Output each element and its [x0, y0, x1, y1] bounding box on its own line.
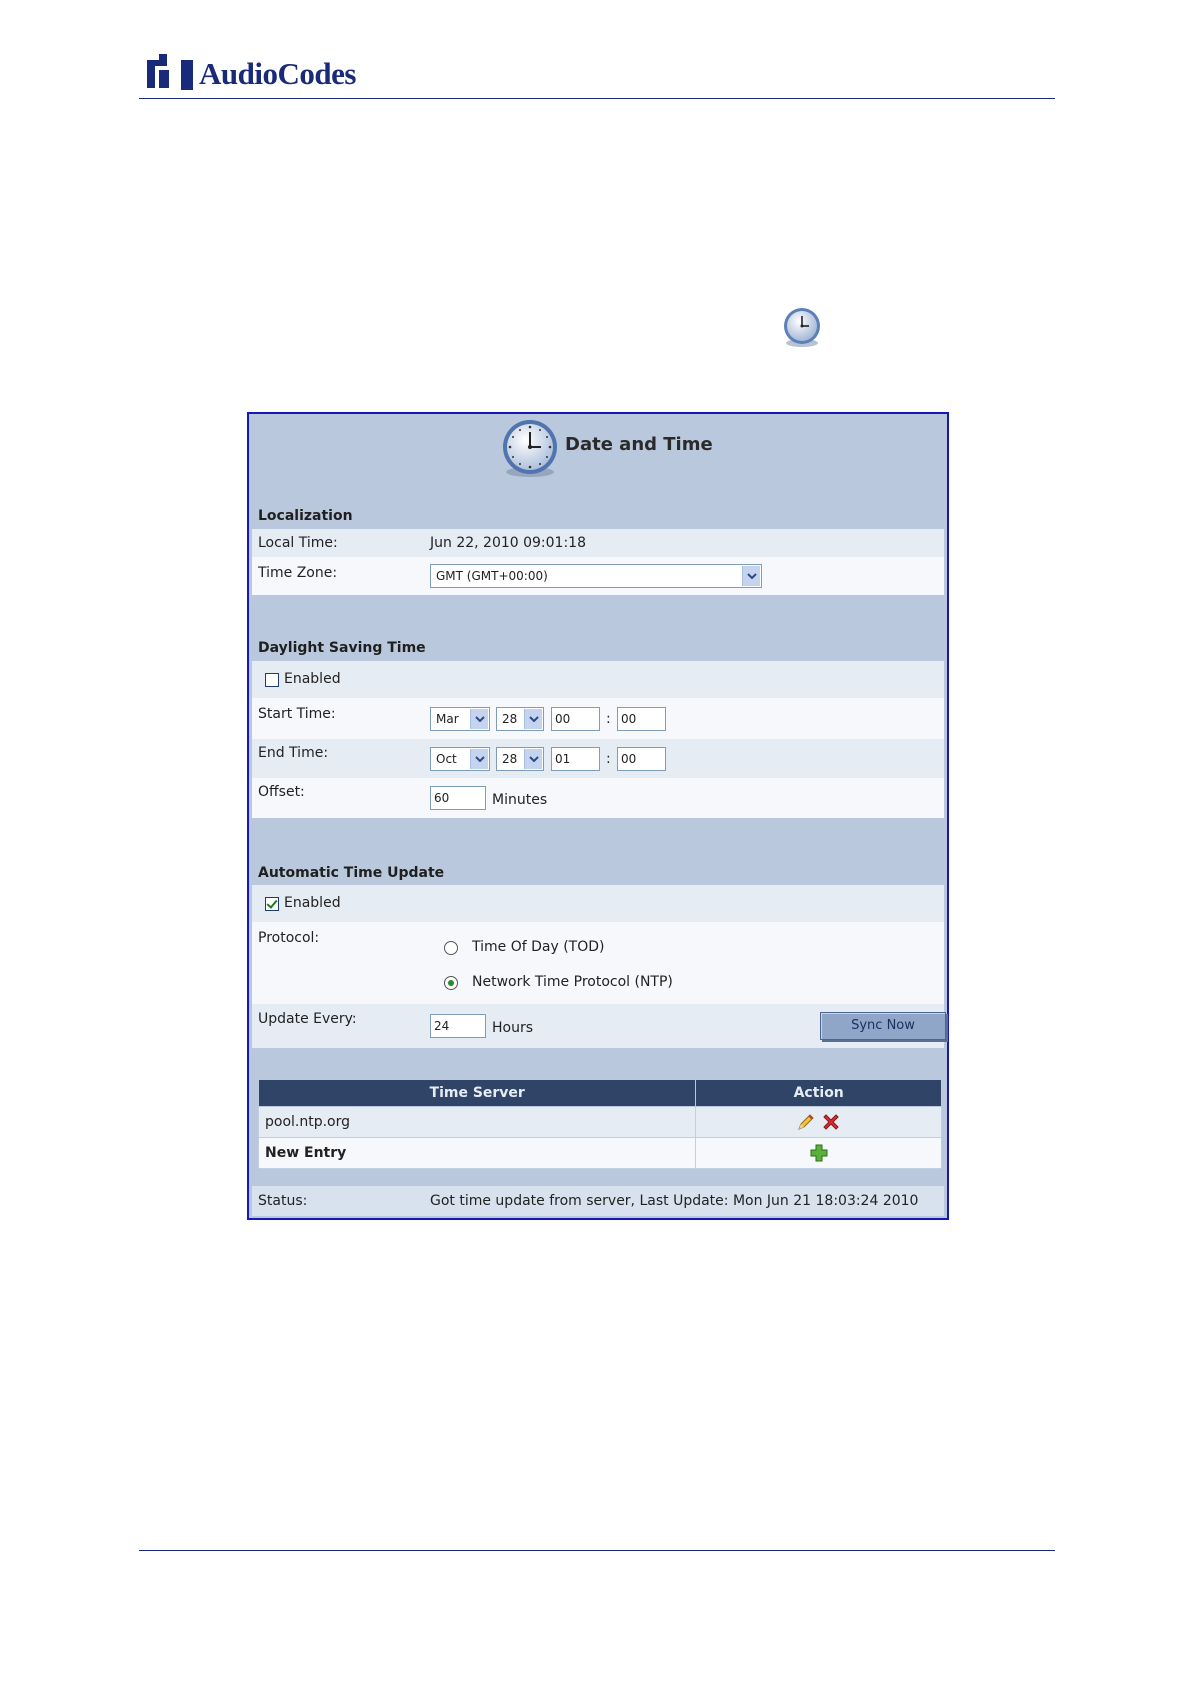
column-header-action: Action — [695, 1079, 942, 1107]
clock-icon — [503, 420, 557, 477]
protocol-tod-label: Time Of Day (TOD) — [472, 939, 605, 955]
sync-now-button[interactable]: Sync Now — [820, 1012, 946, 1040]
dst-start-month-value: Mar — [436, 712, 459, 726]
dst-end-row: End Time: Oct 28 01 : 00 — [252, 739, 944, 778]
panel-title: Date and Time — [565, 434, 713, 455]
chevron-down-icon — [742, 566, 760, 586]
date-time-panel: Date and Time Localization Local Time: J… — [247, 412, 949, 1220]
add-icon[interactable] — [809, 1143, 829, 1163]
update-every-label: Update Every: — [258, 1011, 357, 1027]
panel-header: Date and Time — [249, 414, 947, 486]
table-header-row: Time Server Action — [257, 1079, 942, 1107]
dst-end-day-select[interactable]: 28 — [496, 747, 544, 771]
status-label: Status: — [258, 1193, 308, 1209]
update-every-input[interactable]: 24 — [430, 1014, 486, 1038]
delete-icon[interactable] — [821, 1112, 841, 1132]
update-every-unit: Hours — [492, 1020, 534, 1036]
table-row: pool.ntp.org — [257, 1106, 942, 1138]
localization-heading: Localization — [258, 508, 353, 524]
update-every-row: Update Every: 24 Hours Sync Now — [252, 1004, 946, 1048]
audiocodes-logo-icon — [147, 54, 193, 90]
dst-offset-input[interactable]: 60 — [430, 786, 486, 810]
chevron-down-icon — [470, 749, 488, 769]
dst-start-minute-input[interactable]: 00 — [617, 707, 666, 731]
dst-end-label: End Time: — [258, 745, 329, 761]
header-rule — [139, 98, 1055, 99]
chevron-down-icon — [470, 709, 488, 729]
dst-start-label: Start Time: — [258, 706, 336, 722]
dst-start-hour-input[interactable]: 00 — [551, 707, 600, 731]
time-separator: : — [606, 711, 611, 727]
new-entry-row[interactable]: New Entry — [257, 1137, 942, 1169]
action-cell — [695, 1137, 942, 1169]
time-zone-label: Time Zone: — [258, 565, 338, 581]
time-zone-value: GMT (GMT+00:00) — [436, 569, 548, 583]
protocol-ntp-radio[interactable] — [444, 976, 458, 990]
clock-icon — [784, 308, 820, 347]
dst-offset-row: Offset: 60 Minutes — [252, 778, 944, 818]
dst-end-day-value: 28 — [502, 752, 518, 766]
edit-icon[interactable] — [796, 1112, 816, 1132]
brand-name: AudioCodes — [199, 56, 356, 91]
chevron-down-icon — [524, 709, 542, 729]
dst-start-day-select[interactable]: 28 — [496, 707, 544, 731]
dst-enabled-label: Enabled — [284, 671, 341, 687]
protocol-row: Protocol: Time Of Day (TOD) Network Time… — [252, 922, 944, 1004]
new-entry-label[interactable]: New Entry — [257, 1137, 697, 1169]
column-header-time-server: Time Server — [257, 1079, 697, 1107]
action-cell — [695, 1106, 942, 1138]
dst-start-day-value: 28 — [502, 712, 518, 726]
footer-rule — [139, 1550, 1055, 1551]
status-value: Got time update from server, Last Update… — [430, 1193, 919, 1209]
local-time-label: Local Time: — [258, 535, 338, 551]
auto-update-enabled-label: Enabled — [284, 895, 341, 911]
dst-enabled-row: Enabled — [252, 661, 944, 698]
auto-update-heading: Automatic Time Update — [258, 865, 445, 881]
time-server-cell: pool.ntp.org — [257, 1106, 697, 1138]
dst-offset-unit: Minutes — [492, 792, 548, 808]
dst-heading: Daylight Saving Time — [258, 640, 426, 656]
protocol-tod-radio[interactable] — [444, 941, 458, 955]
dst-start-month-select[interactable]: Mar — [430, 707, 490, 731]
status-row: Status: Got time update from server, Las… — [252, 1186, 944, 1216]
local-time-row: Local Time: Jun 22, 2010 09:01:18 — [252, 529, 944, 557]
protocol-label: Protocol: — [258, 930, 320, 946]
dst-end-minute-input[interactable]: 00 — [617, 747, 666, 771]
chevron-down-icon — [524, 749, 542, 769]
dst-offset-label: Offset: — [258, 784, 305, 800]
dst-end-month-select[interactable]: Oct — [430, 747, 490, 771]
time-zone-row: Time Zone: GMT (GMT+00:00) — [252, 557, 944, 595]
protocol-ntp-label: Network Time Protocol (NTP) — [472, 974, 673, 990]
time-server-table: Time Server Action pool.ntp.org New Entr… — [257, 1079, 942, 1169]
time-zone-select[interactable]: GMT (GMT+00:00) — [430, 564, 762, 588]
auto-update-enabled-checkbox[interactable] — [265, 897, 279, 911]
audiocodes-logo: AudioCodes — [145, 54, 356, 94]
dst-enabled-checkbox[interactable] — [265, 673, 279, 687]
local-time-value: Jun 22, 2010 09:01:18 — [430, 535, 586, 551]
time-separator: : — [606, 751, 611, 767]
dst-end-hour-input[interactable]: 01 — [551, 747, 600, 771]
auto-update-enabled-row: Enabled — [252, 885, 944, 922]
dst-end-month-value: Oct — [436, 752, 457, 766]
dst-start-row: Start Time: Mar 28 00 : 00 — [252, 698, 944, 739]
